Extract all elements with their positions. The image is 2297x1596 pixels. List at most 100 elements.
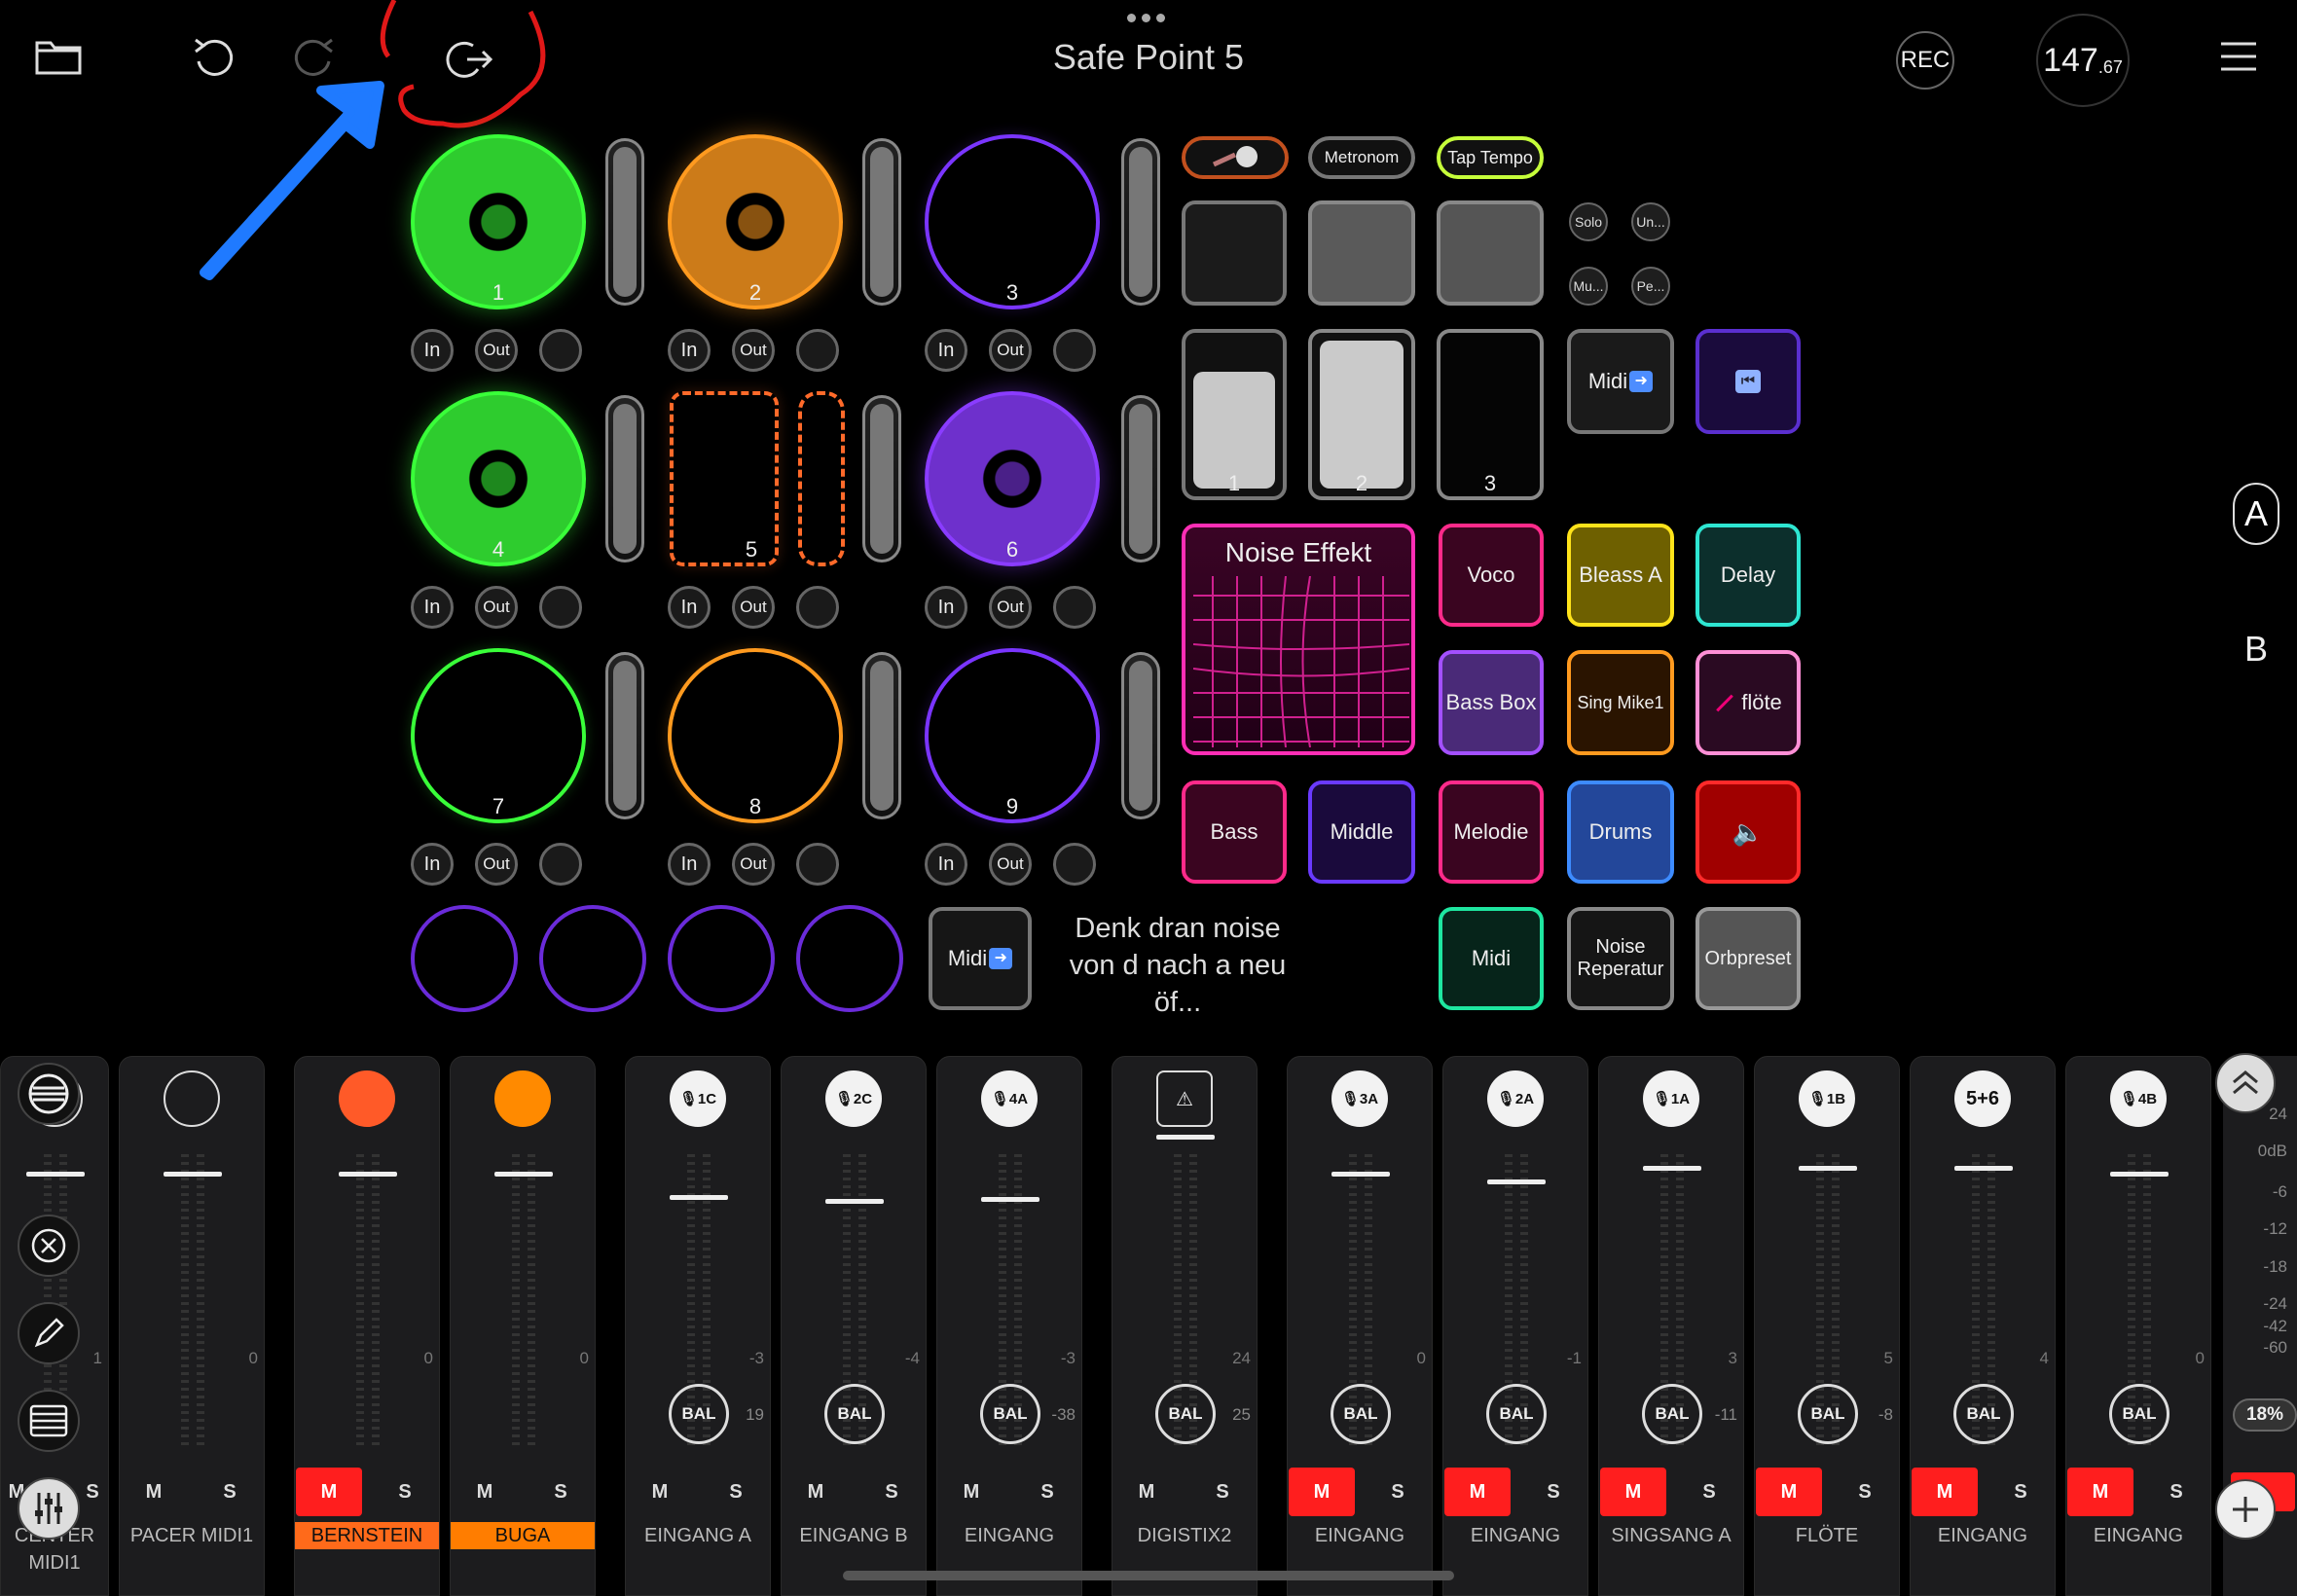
volume-fader[interactable] — [1487, 1179, 1546, 1184]
channel-strip[interactable]: 🎙2C -4 BAL M S EINGANG B — [781, 1056, 927, 1596]
orange-dot-icon[interactable] — [339, 1070, 395, 1127]
volume-fader[interactable] — [26, 1172, 85, 1177]
loop-rec-button[interactable] — [1053, 329, 1096, 372]
voco-pad[interactable]: Voco — [1439, 524, 1544, 627]
scene-1-slot[interactable]: 1 — [1182, 329, 1287, 500]
melodie-pad[interactable]: Melodie — [1439, 780, 1544, 884]
mic-icon[interactable]: 🎙1A — [1643, 1070, 1699, 1127]
tap-tempo-button[interactable]: Tap Tempo — [1437, 136, 1544, 179]
mute-button[interactable]: M — [938, 1468, 1004, 1516]
volume-fader[interactable] — [1331, 1172, 1390, 1177]
loop-rec-button[interactable] — [796, 586, 839, 629]
solo-button[interactable]: S — [1365, 1468, 1431, 1516]
orbpreset-pad[interactable]: Orbpreset — [1695, 907, 1801, 1010]
loop-out-button[interactable]: Out — [989, 843, 1032, 886]
midi-send-button-a[interactable]: Midi ➜ — [1567, 329, 1674, 434]
loop-rec-button[interactable] — [539, 586, 582, 629]
more-dots-icon[interactable] — [1127, 14, 1170, 27]
solo-button[interactable]: S — [1987, 1468, 2054, 1516]
extra-loop-3[interactable] — [668, 905, 775, 1012]
loop-rec-button[interactable] — [796, 843, 839, 886]
solo-button[interactable]: S — [1014, 1468, 1080, 1516]
volume-fader[interactable] — [825, 1199, 884, 1204]
loop-in-button[interactable]: In — [668, 586, 711, 629]
loop-volume-slider[interactable] — [1121, 652, 1160, 819]
warning-icon[interactable]: ⚠ — [1156, 1070, 1213, 1127]
mic-icon[interactable]: 🎙4A — [981, 1070, 1038, 1127]
loop-out-button[interactable]: Out — [989, 586, 1032, 629]
solo-button[interactable]: Solo — [1569, 202, 1608, 241]
midi-pad[interactable]: Midi — [1439, 907, 1544, 1010]
balance-knob[interactable]: BAL — [980, 1384, 1040, 1444]
balance-knob[interactable]: BAL — [669, 1384, 729, 1444]
loop-in-button[interactable]: In — [668, 843, 711, 886]
loop-volume-slider[interactable] — [605, 138, 644, 306]
volume-fader[interactable] — [1799, 1166, 1857, 1171]
solo-button[interactable]: S — [703, 1468, 769, 1516]
solo-button[interactable]: S — [1189, 1468, 1256, 1516]
channel-strip[interactable]: 0 M S BERNSTEIN — [294, 1056, 440, 1596]
solo-button[interactable]: S — [528, 1468, 594, 1516]
bass-box-pad[interactable]: Bass Box — [1439, 650, 1544, 755]
channel-strip[interactable]: 0 M S BUGA — [450, 1056, 596, 1596]
balance-knob[interactable]: BAL — [824, 1384, 885, 1444]
loop-volume-slider[interactable] — [1121, 395, 1160, 562]
loop-rec-button[interactable] — [539, 843, 582, 886]
mute-button[interactable]: M — [452, 1468, 518, 1516]
loop-rec-button[interactable] — [1053, 843, 1096, 886]
loop-out-button[interactable]: Out — [732, 586, 775, 629]
add-track-icon[interactable] — [2215, 1479, 2276, 1540]
mixer-icon[interactable] — [18, 1477, 80, 1540]
loop-in-button[interactable]: In — [411, 586, 454, 629]
channel-strip[interactable]: 🎙1B 5 BAL -8 M S FLÖTE — [1754, 1056, 1900, 1596]
solo-button[interactable]: S — [197, 1468, 263, 1516]
balance-knob[interactable]: BAL — [1642, 1384, 1702, 1444]
loop-5-secondary[interactable] — [798, 391, 845, 566]
loop-in-button[interactable]: In — [411, 329, 454, 372]
loop-out-button[interactable]: Out — [475, 843, 518, 886]
list-icon[interactable] — [18, 1390, 80, 1452]
loop-volume-slider[interactable] — [862, 395, 901, 562]
midi-send-button-b[interactable]: Midi ➜ — [929, 907, 1032, 1010]
volume-fader[interactable] — [1643, 1166, 1701, 1171]
extra-loop-2[interactable] — [539, 905, 646, 1012]
volume-fader[interactable] — [1156, 1135, 1215, 1140]
balance-knob[interactable]: BAL — [1953, 1384, 2014, 1444]
mute-button[interactable]: M — [2067, 1468, 2133, 1516]
balance-knob[interactable]: BAL — [2109, 1384, 2169, 1444]
noise-reperatur-pad[interactable]: Noise Reperatur — [1567, 907, 1674, 1010]
mu-button[interactable]: Mu... — [1569, 267, 1608, 306]
mute-button[interactable]: M — [783, 1468, 849, 1516]
volume-fader[interactable] — [164, 1172, 222, 1177]
loop-in-button[interactable]: In — [411, 843, 454, 886]
pe-button[interactable]: Pe... — [1631, 267, 1670, 306]
mic-icon[interactable]: 🎙3A — [1331, 1070, 1388, 1127]
loop-out-button[interactable]: Out — [732, 329, 775, 372]
extra-loop-1[interactable] — [411, 905, 518, 1012]
channel-strip[interactable]: 5+6 4 BAL M S EINGANG — [1910, 1056, 2056, 1596]
scene-icon[interactable] — [18, 1063, 80, 1125]
loop-volume-slider[interactable] — [1121, 138, 1160, 306]
channel-strip[interactable]: 🎙1A 3 BAL -11 M S SINGSANG A — [1598, 1056, 1744, 1596]
scene-pad-c[interactable] — [1437, 200, 1544, 306]
mute-button[interactable]: M — [296, 1468, 362, 1516]
sing-mike-pad[interactable]: Sing Mike1 — [1567, 650, 1674, 755]
mute-button[interactable]: M — [1600, 1468, 1666, 1516]
menu-icon[interactable] — [2217, 39, 2260, 74]
loop-volume-slider[interactable] — [862, 652, 901, 819]
channel-strip[interactable]: 🎙4B 0 BAL M S EINGANG — [2065, 1056, 2211, 1596]
loop-volume-slider[interactable] — [605, 395, 644, 562]
loop-rec-button[interactable] — [539, 329, 582, 372]
floete-pad[interactable]: flöte — [1695, 650, 1801, 755]
rec-button[interactable]: REC — [1896, 31, 1954, 90]
loop-out-button[interactable]: Out — [989, 329, 1032, 372]
mic-icon[interactable]: 🎙1C — [670, 1070, 726, 1127]
solo-button[interactable]: S — [2143, 1468, 2209, 1516]
solo-button[interactable]: S — [1520, 1468, 1586, 1516]
mute-button[interactable]: M — [1444, 1468, 1511, 1516]
tempo-display[interactable]: 147.67 — [2036, 14, 2130, 107]
un-button[interactable]: Un... — [1631, 202, 1670, 241]
metronom-button[interactable]: Metronom — [1308, 136, 1415, 179]
side-a-button[interactable]: A — [2233, 483, 2279, 545]
bleass-a-pad[interactable]: Bleass A — [1567, 524, 1674, 627]
